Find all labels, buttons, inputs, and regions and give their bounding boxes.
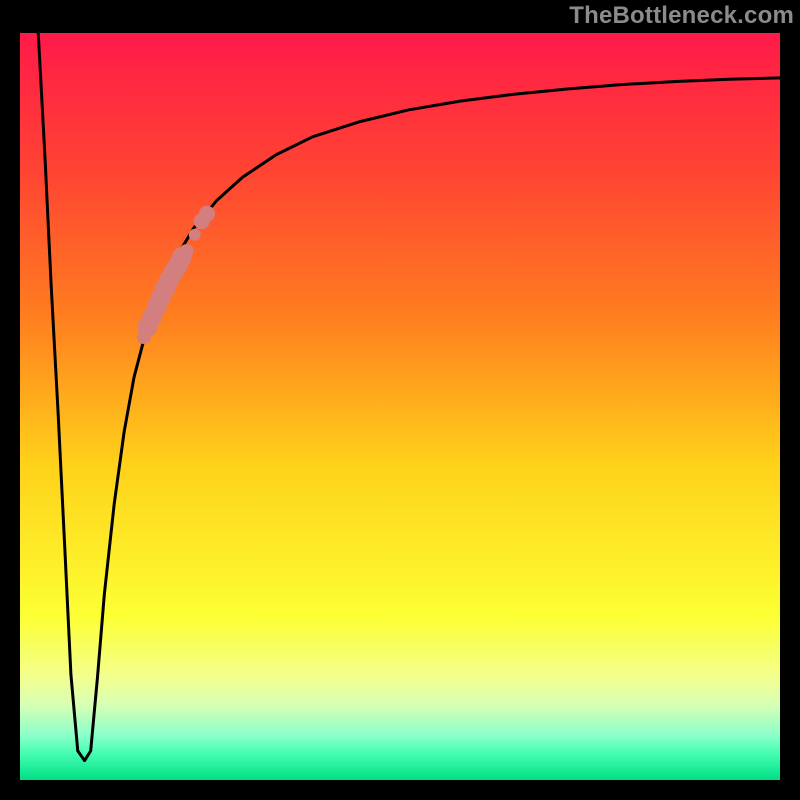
bottleneck-chart [0,0,800,800]
highlight-dot [189,229,201,241]
chart-stage: TheBottleneck.com [0,0,800,800]
chart-gradient-bg [20,33,780,780]
highlight-dot [179,244,193,258]
watermark-text: TheBottleneck.com [569,2,794,30]
highlight-dot [199,206,215,222]
